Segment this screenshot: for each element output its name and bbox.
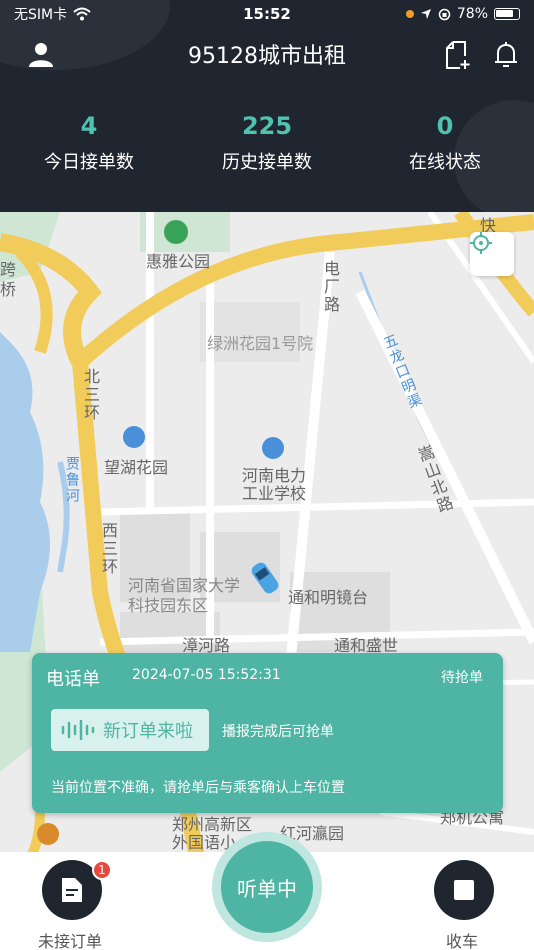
listen-label: 听单中 <box>237 876 297 901</box>
map-label-tonghe: 通和明镜台 <box>288 588 369 607</box>
listen-button[interactable]: 听单中 <box>212 832 322 942</box>
stop-icon <box>454 880 474 900</box>
map-label-community: 望湖花园 <box>104 458 169 477</box>
add-document-icon[interactable] <box>444 40 472 70</box>
new-order-text: 新订单来啦 <box>103 721 193 742</box>
map-label-partial: 桥 <box>0 280 17 299</box>
stat-label: 历史接单数 <box>222 152 312 173</box>
close-shift-button[interactable] <box>434 860 494 920</box>
location-arrow-icon <box>420 9 431 19</box>
new-order-banner: 新订单来啦 <box>51 709 209 751</box>
order-note: 当前位置不准确，请抢单后与乘客确认上车位置 <box>51 780 345 796</box>
orientation-lock-icon <box>438 8 451 20</box>
locate-button[interactable] <box>470 232 514 276</box>
carrier-text: 无SIM卡 <box>14 7 68 23</box>
bell-icon[interactable] <box>492 40 520 70</box>
close-shift-label: 收车 <box>446 932 479 950</box>
map-label-river: 贾鲁河 <box>64 456 80 504</box>
user-icon[interactable] <box>26 40 56 70</box>
stat-value: 4 <box>80 112 98 140</box>
map-label-science-park: 河南省国家大学科技园东区 <box>128 576 241 615</box>
map-label-school: 河南电力工业学校 <box>242 466 307 503</box>
pending-orders-label: 未接订单 <box>38 932 103 950</box>
wifi-icon <box>73 7 91 21</box>
stat-today-orders: 4 今日接单数 <box>0 110 178 174</box>
stat-online-status: 0 在线状态 <box>356 110 534 174</box>
status-bar: 无SIM卡 15:52 78% <box>0 0 534 28</box>
crosshair-icon <box>470 232 492 254</box>
pending-count-badge: 1 <box>92 860 112 880</box>
stat-history-orders: 225 历史接单数 <box>178 110 356 174</box>
header: 95128城市出租 4 今日接单数 225 历史接单数 0 在线状态 <box>0 0 534 212</box>
map-label-garden: 绿洲花园1号院 <box>207 334 314 353</box>
page-title: 95128城市出租 <box>188 44 346 69</box>
listen-button-inner: 听单中 <box>221 841 313 933</box>
stats-row: 4 今日接单数 225 历史接单数 0 在线状态 <box>0 110 534 174</box>
sound-wave-icon <box>61 720 95 740</box>
recording-dot-icon <box>405 10 414 18</box>
order-hint: 播报完成后可抢单 <box>222 724 334 740</box>
stat-label: 在线状态 <box>409 152 481 173</box>
map-label-ring-road: 北三环 <box>81 368 100 422</box>
map-label-ring-road-west: 西三环 <box>99 522 118 576</box>
stat-value: 0 <box>436 112 454 140</box>
order-time: 2024-07-05 15:52:31 <box>132 667 281 683</box>
order-card[interactable]: 电话单 2024-07-05 15:52:31 待抢单 新订单来啦 播报完成后可… <box>32 653 503 813</box>
stat-label: 今日接单数 <box>44 152 134 173</box>
stat-value: 225 <box>241 112 293 140</box>
map-label-road: 电厂路 <box>321 260 340 314</box>
order-status: 待抢单 <box>441 670 483 686</box>
battery-percent: 78% <box>456 6 488 22</box>
document-icon <box>62 878 82 902</box>
order-type: 电话单 <box>46 669 100 690</box>
battery-icon <box>494 8 520 20</box>
map-label-park: 惠雅公园 <box>146 252 211 271</box>
